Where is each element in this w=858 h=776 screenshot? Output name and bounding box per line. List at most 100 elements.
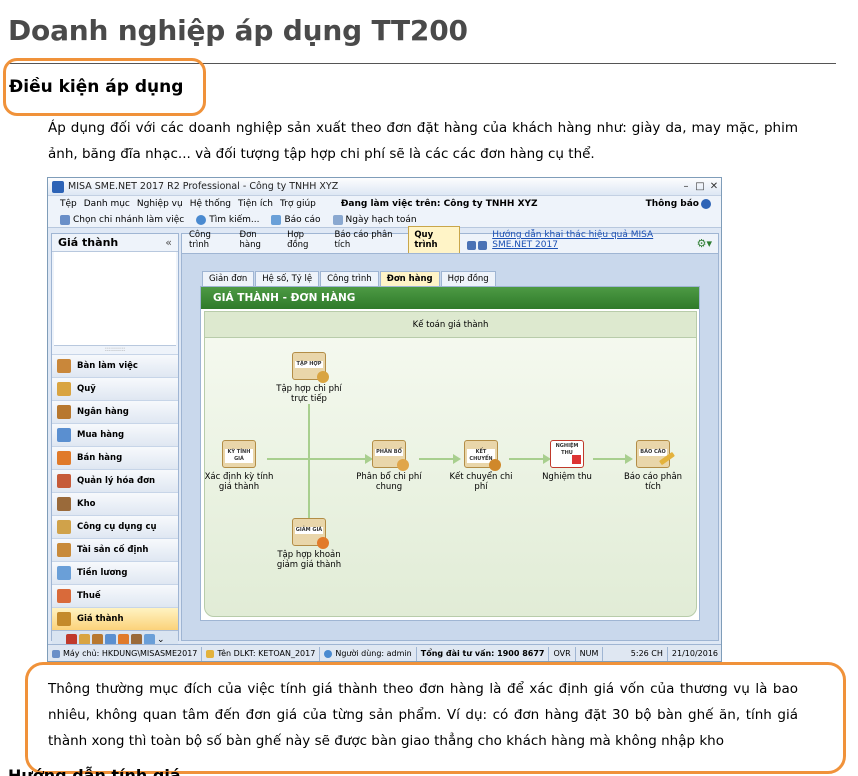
sidebar-item-tax[interactable]: Thuế bbox=[52, 584, 178, 607]
sidebar-item-payroll[interactable]: Tiền lương bbox=[52, 561, 178, 584]
minimize-icon[interactable]: – bbox=[679, 181, 693, 192]
status-bar: Máy chủ: HKDUNG\MISASME2017 Tên DLKT: KE… bbox=[48, 644, 721, 661]
tab-contracts[interactable]: Hợp đồng bbox=[282, 227, 328, 253]
tab-orders[interactable]: Đơn hàng bbox=[235, 227, 282, 253]
node-label: Tập hợp khoản giảm giá thành bbox=[276, 550, 342, 570]
search-label: Tìm kiếm... bbox=[209, 214, 260, 225]
sidebar-item-label: Bàn làm việc bbox=[77, 361, 138, 371]
status-user: Người dùng: admin bbox=[320, 646, 417, 661]
sidebar-item-purchase[interactable]: Mua hàng bbox=[52, 423, 178, 446]
menu-file[interactable]: Tệp bbox=[60, 199, 77, 209]
node-define-period[interactable]: KỲ TÍNH GIÁ Xác định kỳ tính giá thành bbox=[201, 440, 277, 492]
menu-system[interactable]: Hệ thống bbox=[190, 199, 231, 209]
highlight-ring-heading bbox=[3, 58, 206, 116]
sidebar-item-label: Quản lý hóa đơn bbox=[77, 476, 155, 486]
reduction-icon: GIẢM GIÁ bbox=[292, 518, 329, 549]
posting-date-button[interactable]: Ngày hạch toán bbox=[332, 214, 417, 225]
status-db-text: Tên DLKT: KETOAN_2017 bbox=[217, 649, 316, 658]
scroll-left-icon[interactable] bbox=[467, 241, 477, 250]
status-ovr: OVR bbox=[549, 646, 576, 661]
status-num: NUM bbox=[576, 646, 604, 661]
sidebar-item-invoice[interactable]: Quản lý hóa đơn bbox=[52, 469, 178, 492]
close-icon[interactable]: ✕ bbox=[707, 181, 721, 192]
node-direct-costs[interactable]: TẬP HỢP Tập hợp chi phí trực tiếp bbox=[271, 352, 347, 404]
coins-icon bbox=[489, 459, 501, 471]
node-acceptance[interactable]: NGHIỆM THU Nghiệm thu bbox=[529, 440, 605, 482]
next-section-heading: Hướng dẫn tính giá bbox=[8, 766, 181, 776]
notify-button[interactable]: Thông báo bbox=[646, 199, 711, 209]
subtab-orders[interactable]: Đơn hàng bbox=[379, 271, 440, 286]
collect-costs-icon: TẬP HỢP bbox=[292, 352, 329, 383]
tab-construction[interactable]: Công trình bbox=[184, 227, 234, 253]
sidebar-item-fixed-assets[interactable]: Tài sản cố định bbox=[52, 538, 178, 561]
status-server-text: Máy chủ: HKDUNG\MISASME2017 bbox=[63, 649, 198, 658]
payroll-icon bbox=[57, 566, 71, 580]
menu-operations[interactable]: Nghiệp vụ bbox=[137, 199, 183, 209]
node-badge: PHÂN BỔ bbox=[375, 449, 403, 456]
sidebar-content-area bbox=[54, 252, 176, 346]
status-user-text: Người dùng: admin bbox=[335, 649, 412, 658]
panel-title: GIÁ THÀNH - ĐƠN HÀNG bbox=[201, 287, 699, 309]
node-label: Kết chuyển chi phí bbox=[449, 472, 513, 492]
tab-scroll-nav bbox=[467, 241, 488, 253]
node-allocate-overhead[interactable]: PHÂN BỔ Phân bổ chi phí chung bbox=[351, 440, 427, 492]
sidebar-header: Giá thành « bbox=[52, 234, 178, 252]
process-diagram: Kế toán giá thành TẬP HỢP Tập hợp chi ph… bbox=[204, 311, 697, 617]
notify-label: Thông báo bbox=[645, 199, 699, 209]
sales-icon bbox=[57, 451, 71, 465]
search-icon bbox=[196, 214, 207, 225]
server-icon bbox=[52, 649, 60, 658]
session-label: Đang làm việc trên: Công ty TNHH XYZ bbox=[340, 199, 538, 209]
more-shortcuts-icon[interactable]: ⌄ bbox=[157, 635, 165, 645]
process-panel: GIÁ THÀNH - ĐƠN HÀNG Kế toán giá thành T… bbox=[200, 286, 700, 621]
sidebar-item-tools[interactable]: Công cụ dụng cụ bbox=[52, 515, 178, 538]
scroll-right-icon[interactable] bbox=[478, 241, 488, 250]
menu-utilities[interactable]: Tiện ích bbox=[238, 199, 273, 209]
collapse-sidebar-icon[interactable]: « bbox=[165, 236, 172, 249]
help-link[interactable]: Hướng dẫn khai thác hiệu quả MISA SME.NE… bbox=[492, 230, 695, 253]
subtab-construction[interactable]: Công trình bbox=[320, 271, 379, 286]
menu-bar: Tệp Danh mục Nghiệp vụ Hệ thống Tiện ích… bbox=[48, 196, 721, 212]
sidebar-item-label: Mua hàng bbox=[77, 430, 125, 440]
bank-icon bbox=[57, 405, 71, 419]
sidebar-item-cash[interactable]: Quỹ bbox=[52, 377, 178, 400]
node-transfer-costs[interactable]: KẾT CHUYỂN Kết chuyển chi phí bbox=[443, 440, 519, 492]
highlight-ring-paragraph bbox=[25, 662, 846, 774]
subtab-contracts[interactable]: Hợp đồng bbox=[440, 271, 496, 286]
desk-icon bbox=[57, 359, 71, 373]
sidebar-splitter[interactable]: :::::::::: bbox=[52, 346, 178, 354]
branch-select-button[interactable]: Chọn chi nhánh làm việc bbox=[60, 214, 184, 225]
costing-method-tabs: Giản đơn Hệ số, Tỷ lệ Công trình Đơn hàn… bbox=[202, 271, 496, 286]
database-icon bbox=[206, 649, 215, 658]
tools-icon bbox=[57, 520, 71, 534]
status-hotline: Tổng đài tư vấn: 1900 8677 bbox=[417, 646, 550, 661]
node-badge: BÁO CÁO bbox=[639, 449, 667, 456]
sidebar-item-bank[interactable]: Ngân hàng bbox=[52, 400, 178, 423]
article-title: Doanh nghiệp áp dụng TT200 bbox=[8, 14, 468, 47]
maximize-icon[interactable]: □ bbox=[693, 181, 707, 192]
node-analysis-report[interactable]: BÁO CÁO Báo cáo phân tích bbox=[615, 440, 691, 492]
sidebar-item-sales[interactable]: Bán hàng bbox=[52, 446, 178, 469]
sidebar-item-label: Giá thành bbox=[77, 614, 124, 624]
tab-analysis-report[interactable]: Báo cáo phân tích bbox=[329, 227, 407, 253]
report-pencil-icon: BÁO CÁO bbox=[636, 440, 675, 468]
search-button[interactable]: Tìm kiếm... bbox=[196, 214, 260, 225]
sidebar: Giá thành « :::::::::: Bàn làm việc Quỹ … bbox=[51, 233, 179, 648]
sidebar-item-desk[interactable]: Bàn làm việc bbox=[52, 354, 178, 377]
cash-icon bbox=[57, 382, 71, 396]
node-cost-reductions[interactable]: GIẢM GIÁ Tập hợp khoản giảm giá thành bbox=[271, 518, 347, 570]
module-tabs: Công trình Đơn hàng Hợp đồng Báo cáo phâ… bbox=[182, 226, 718, 254]
report-button[interactable]: Báo cáo bbox=[271, 214, 321, 225]
menu-catalog[interactable]: Danh mục bbox=[84, 199, 130, 209]
sidebar-item-costing[interactable]: Giá thành bbox=[52, 607, 178, 630]
menu-help[interactable]: Trợ giúp bbox=[280, 199, 316, 209]
settings-gear-icon[interactable]: ⚙▾ bbox=[697, 237, 712, 253]
panel-band: Kế toán giá thành bbox=[205, 312, 696, 338]
node-label: Báo cáo phân tích bbox=[623, 472, 683, 492]
toolbar: Chọn chi nhánh làm việc Tìm kiếm... Báo … bbox=[48, 212, 721, 228]
sidebar-item-warehouse[interactable]: Kho bbox=[52, 492, 178, 515]
subtab-ratio[interactable]: Hệ số, Tỷ lệ bbox=[255, 271, 320, 286]
tab-process[interactable]: Quy trình bbox=[408, 226, 461, 253]
money-bag-icon bbox=[317, 371, 329, 383]
subtab-simple[interactable]: Giản đơn bbox=[202, 271, 255, 286]
